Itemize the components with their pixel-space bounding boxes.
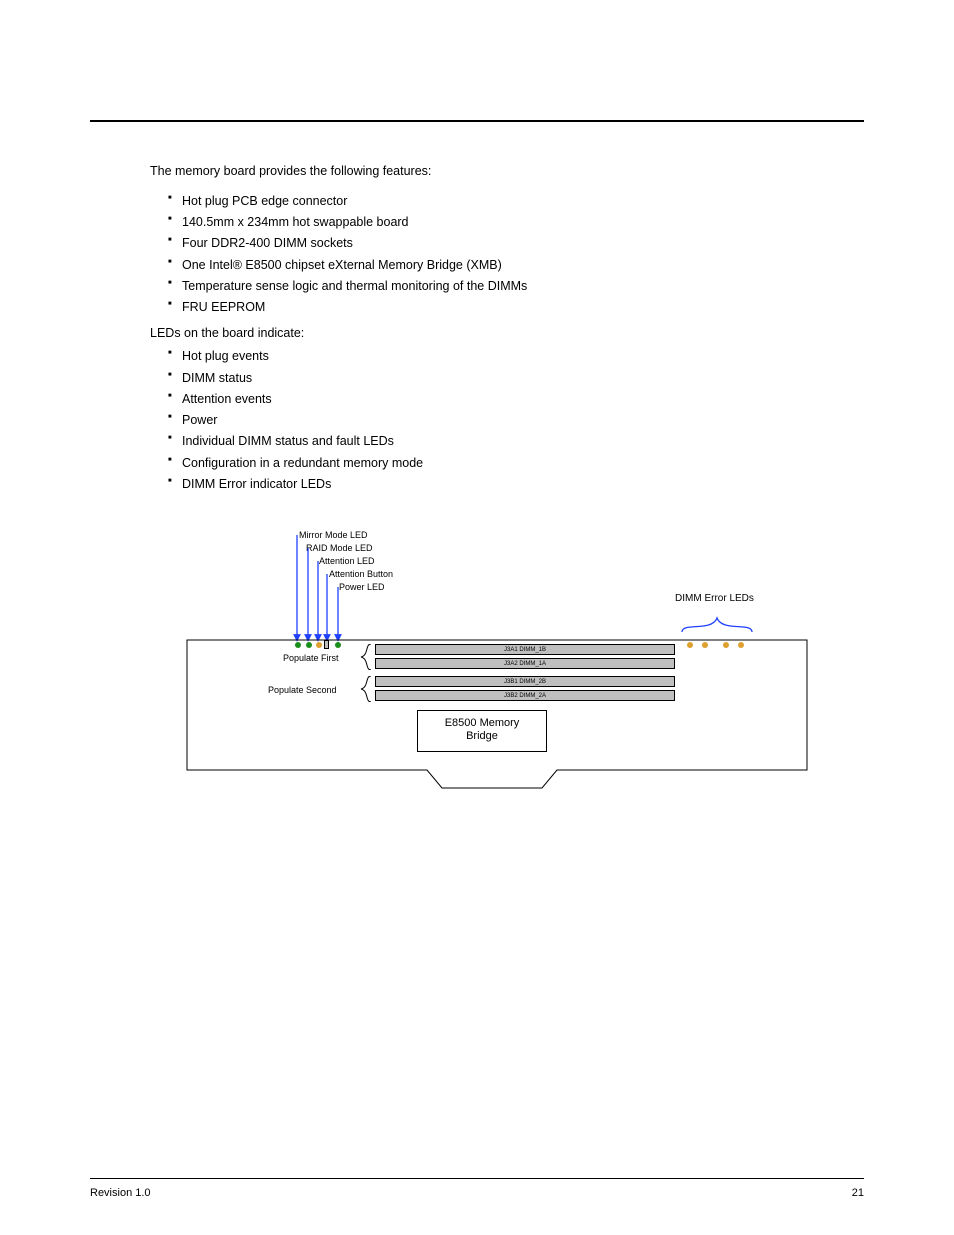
footer-page-number: 21 bbox=[852, 1187, 864, 1199]
dimm-slot: J3A2 DIMM_1A bbox=[375, 658, 675, 669]
mirror-mode-led-icon bbox=[295, 642, 301, 648]
dimm-error-led-icon bbox=[738, 642, 744, 648]
raid-mode-led-icon bbox=[306, 642, 312, 648]
curly-brace-icon bbox=[677, 610, 757, 640]
top-rule bbox=[90, 120, 864, 122]
dimm-error-led-icon bbox=[702, 642, 708, 648]
list-item: Hot plug events bbox=[168, 346, 844, 367]
list-item: DIMM status bbox=[168, 368, 844, 389]
list-item: Configuration in a redundant memory mode bbox=[168, 453, 844, 474]
chip-label-line2: Bridge bbox=[466, 730, 498, 742]
chip-label-line1: E8500 Memory bbox=[445, 717, 520, 729]
list-item: Individual DIMM status and fault LEDs bbox=[168, 431, 844, 452]
list-item: Power bbox=[168, 410, 844, 431]
memory-board-diagram: Mirror Mode LED RAID Mode LED Attention … bbox=[177, 520, 817, 820]
feature-list-a: Hot plug PCB edge connector 140.5mm x 23… bbox=[150, 191, 844, 319]
populate-first-label: Populate First bbox=[283, 653, 339, 663]
list-item: FRU EEPROM bbox=[168, 297, 844, 318]
list-item: Attention events bbox=[168, 389, 844, 410]
dimm-slot: J3B1 DIMM_2B bbox=[375, 676, 675, 687]
power-led-icon bbox=[335, 642, 341, 648]
footer-revision: Revision 1.0 bbox=[90, 1187, 151, 1199]
brace-icon bbox=[357, 644, 375, 670]
list-item: Temperature sense logic and thermal moni… bbox=[168, 276, 844, 297]
dimm-slot: J3B2 DIMM_2A bbox=[375, 690, 675, 701]
brace-icon bbox=[357, 676, 375, 702]
feature-list-b: Hot plug events DIMM status Attention ev… bbox=[150, 346, 844, 495]
footer-rule bbox=[90, 1178, 864, 1179]
list-item: Four DDR2-400 DIMM sockets bbox=[168, 233, 844, 254]
list-item: DIMM Error indicator LEDs bbox=[168, 474, 844, 495]
populate-second-label: Populate Second bbox=[268, 685, 337, 695]
dimm-error-led-icon bbox=[723, 642, 729, 648]
dimm-error-leds-label: DIMM Error LEDs bbox=[675, 593, 754, 604]
intro-text: The memory board provides the following … bbox=[150, 162, 844, 181]
list-item: Hot plug PCB edge connector bbox=[168, 191, 844, 212]
main-content: The memory board provides the following … bbox=[150, 162, 844, 820]
subpara-text: LEDs on the board indicate: bbox=[150, 326, 844, 340]
dimm-error-led-icon bbox=[687, 642, 693, 648]
dimm-slot: J3A1 DIMM_1B bbox=[375, 644, 675, 655]
list-item: One Intel® E8500 chipset eXternal Memory… bbox=[168, 255, 844, 276]
attention-button-icon bbox=[324, 640, 329, 649]
list-item: 140.5mm x 234mm hot swappable board bbox=[168, 212, 844, 233]
page-footer: Revision 1.0 21 bbox=[90, 1187, 864, 1199]
attention-led-icon bbox=[316, 642, 322, 648]
xmb-chip-box: E8500 Memory Bridge bbox=[417, 710, 547, 752]
